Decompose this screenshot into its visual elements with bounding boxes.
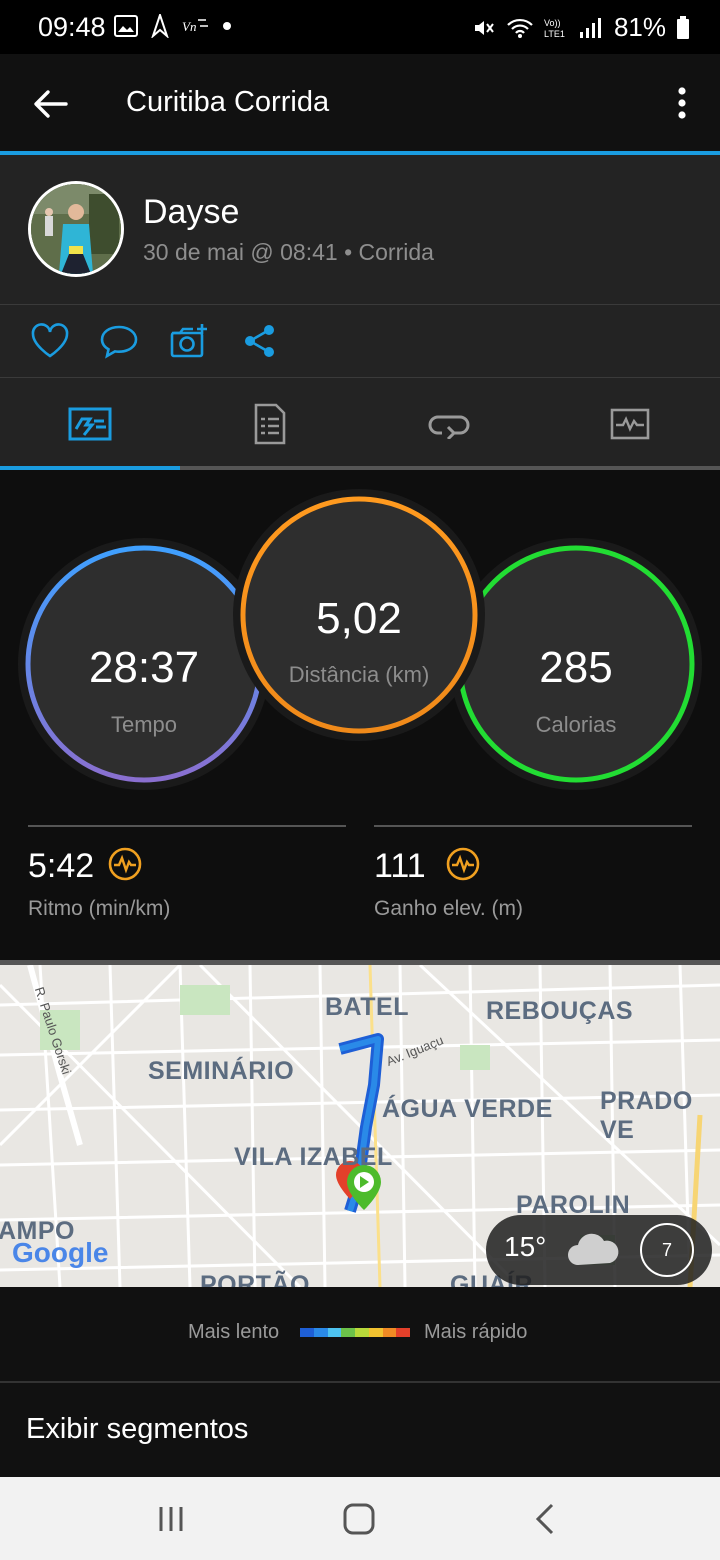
status-bar: 09:48 Vn Vo)) LTE1 81% (0, 0, 720, 54)
legend-slow: Mais lento (188, 1321, 280, 1343)
legend-fast: Mais rápido (424, 1321, 528, 1343)
svg-text:LTE1: LTE1 (544, 29, 565, 39)
app-icon: Vn (182, 19, 208, 34)
lte-signal-icon: Vo))LTE1 (544, 17, 601, 39)
map-label: PRADO VE (600, 1087, 693, 1144)
legend-gradient (300, 1328, 410, 1337)
tab-stats[interactable] (0, 378, 180, 470)
distance-circle: 5,02 Distância (km) (233, 489, 485, 741)
comment-icon[interactable] (99, 323, 139, 359)
weather-widget[interactable]: 15° 7 (486, 1215, 712, 1285)
app-bar: Curitiba Corrida (0, 54, 720, 151)
battery-percent: 81% (613, 12, 666, 42)
navigation-icon (151, 14, 169, 38)
distance-label: Distância (km) (289, 662, 430, 687)
activity-meta: 30 de mai @ 08:41 • Corrida (143, 239, 434, 265)
map-label: VILA IZABEL (234, 1143, 393, 1171)
map-label: PORTÃO (200, 1271, 310, 1287)
show-segments-label: Exibir segmentos (26, 1413, 249, 1445)
chart-icon (610, 408, 650, 440)
calories-label: Calorias (536, 712, 617, 737)
tab-bar (0, 378, 720, 470)
battery-icon (677, 15, 689, 39)
tempo-circle: 28:37 Tempo (18, 538, 270, 790)
tab-details[interactable] (180, 378, 360, 470)
svg-text:Vn: Vn (182, 19, 196, 34)
document-icon (254, 403, 286, 445)
home-icon[interactable] (341, 1501, 377, 1537)
tab-charts[interactable] (540, 378, 720, 470)
stats-panel: 28:37 Tempo 285 Calorias 5,02 Distância … (0, 470, 720, 960)
map-label: SEMINÁRIO (148, 1057, 295, 1085)
pace-value: 5:42 (28, 847, 95, 885)
stats-tab-icon (68, 407, 112, 441)
svg-text:Vo)): Vo)) (544, 18, 561, 28)
tempo-value: 28:37 (89, 643, 199, 692)
pulse-icon[interactable] (108, 847, 142, 881)
add-photo-icon[interactable] (169, 323, 209, 359)
cloud-icon (568, 1233, 619, 1265)
distance-value: 5,02 (316, 594, 402, 643)
page-title: Curitiba Corrida (126, 86, 330, 118)
action-bar (0, 305, 720, 377)
tempo-label: Tempo (111, 712, 177, 737)
calories-value: 285 (539, 643, 612, 692)
dot-icon (223, 22, 231, 30)
stat-circles: 28:37 Tempo 285 Calorias 5,02 Distância … (18, 489, 702, 790)
avatar[interactable] (28, 181, 124, 277)
status-time: 09:48 (38, 12, 106, 42)
arrow-back-icon[interactable] (30, 84, 70, 124)
mute-icon (474, 20, 494, 35)
map-label: REBOUÇAS (486, 997, 634, 1025)
recent-apps-icon[interactable] (153, 1501, 189, 1537)
user-name[interactable]: Dayse (143, 193, 239, 232)
pulse-icon[interactable] (446, 847, 480, 881)
show-segments-row[interactable]: Exibir segmentos (0, 1383, 720, 1477)
more-vert-icon[interactable] (672, 84, 692, 124)
heart-icon[interactable] (30, 323, 70, 359)
pace-label: Ritmo (min/km) (28, 897, 171, 920)
map-label: BATEL (325, 993, 409, 1021)
back-nav-icon[interactable] (528, 1501, 564, 1537)
tab-laps[interactable] (360, 378, 540, 470)
temperature: 15° (504, 1231, 547, 1262)
elevation-label: Ganho elev. (m) (374, 897, 523, 920)
share-icon[interactable] (240, 323, 280, 359)
system-nav-bar (0, 1477, 720, 1560)
map-label: ÁGUA VERDE (382, 1095, 553, 1123)
wind-indicator: 7 (640, 1223, 694, 1277)
google-logo: Google (12, 1237, 109, 1268)
image-icon (114, 15, 138, 37)
wifi-icon (507, 18, 533, 38)
laps-icon (428, 415, 470, 439)
speed-legend: Mais lento Mais rápido (0, 1287, 720, 1381)
elevation-value: 111 (374, 847, 426, 885)
calories-circle: 285 Calorias (450, 538, 702, 790)
route-map[interactable]: BATEL REBOUÇAS SEMINÁRIO ÁGUA VERDE PRAD… (0, 965, 720, 1287)
profile-header: Dayse 30 de mai @ 08:41 • Corrida (0, 155, 720, 305)
